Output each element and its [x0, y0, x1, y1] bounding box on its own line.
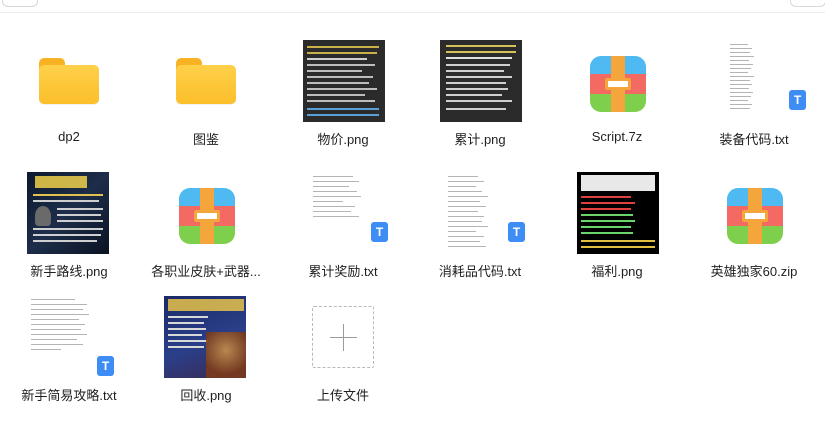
file-item-dp2[interactable]: dp2	[0, 14, 138, 148]
image-thumbnail	[440, 40, 522, 122]
text-file-icon	[31, 296, 91, 376]
file-item-leiji-jiangli-txt[interactable]: T 累计奖励.txt	[274, 146, 412, 280]
file-item-script-7z[interactable]: Script.7z	[548, 14, 686, 148]
file-name: 福利.png	[591, 264, 643, 279]
file-name: 新手简易攻略.txt	[21, 388, 117, 403]
file-name: 回收.png	[180, 388, 232, 403]
image-thumbnail	[303, 40, 385, 122]
txt-badge-icon: T	[371, 222, 388, 242]
txt-badge-icon: T	[789, 90, 806, 110]
archive-icon	[179, 188, 235, 244]
folder-icon	[39, 58, 99, 104]
folder-icon	[176, 58, 236, 104]
image-thumbnail	[577, 172, 659, 254]
file-name: 英雄独家60.zip	[710, 264, 798, 279]
file-item-tujian[interactable]: 图鉴	[137, 14, 275, 148]
file-item-zhiye-pifu[interactable]: 各职业皮肤+武器...	[137, 146, 275, 280]
file-item-leiji-png[interactable]: 累计.png	[411, 14, 549, 148]
text-file-icon	[313, 172, 363, 252]
file-item-zhuangbei-txt[interactable]: T 装备代码.txt	[685, 14, 823, 148]
text-file-icon	[730, 40, 764, 120]
file-name: 消耗品代码.txt	[438, 264, 522, 279]
txt-badge-icon: T	[97, 356, 114, 376]
upload-label: 上传文件	[316, 388, 369, 403]
upload-file-button[interactable]: 上传文件	[274, 270, 412, 404]
file-item-xiaohaopin-txt[interactable]: T 消耗品代码.txt	[411, 146, 549, 280]
file-name: dp2	[58, 129, 80, 144]
archive-icon	[590, 56, 646, 112]
file-item-xinshou-luxian-png[interactable]: 新手路线.png	[0, 146, 138, 280]
file-name: Script.7z	[591, 129, 643, 144]
file-item-jianyi-gonglue-txt[interactable]: T 新手简易攻略.txt	[0, 270, 138, 404]
archive-icon	[727, 188, 783, 244]
file-item-fuli-png[interactable]: 福利.png	[548, 146, 686, 280]
image-thumbnail	[164, 296, 246, 378]
image-thumbnail	[27, 172, 109, 254]
text-file-icon	[448, 172, 492, 252]
plus-icon[interactable]	[312, 306, 374, 368]
file-item-huishou-png[interactable]: 回收.png	[137, 270, 275, 404]
file-item-wujia-png[interactable]: 物价.png	[274, 14, 412, 148]
file-item-yingxiong-zip[interactable]: 英雄独家60.zip	[685, 146, 823, 280]
file-grid: dp2 图鉴 物价.png 累计.png Script.7z T 装备代码.tx…	[0, 0, 825, 423]
txt-badge-icon: T	[508, 222, 525, 242]
